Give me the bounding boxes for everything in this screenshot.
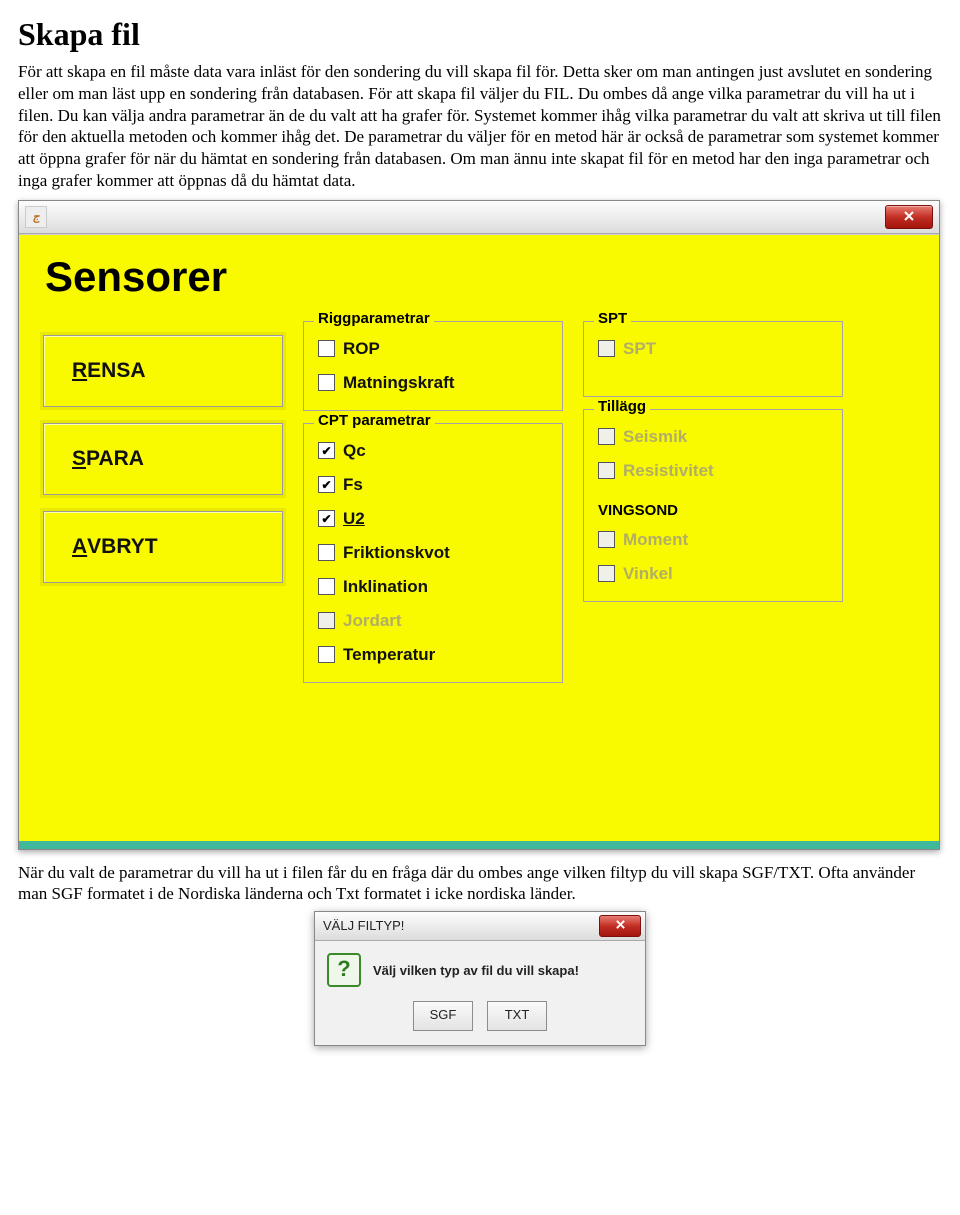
tillagg-title: Tillägg [594,398,650,415]
checkbox-row: Vinkel [598,557,832,591]
filetype-message: Välj vilken typ av fil du vill skapa! [373,963,579,978]
checkbox-row: Temperatur [318,638,552,672]
avbryt-button[interactable]: AVBRYT [43,511,283,583]
seismik-checkbox[interactable] [598,428,615,445]
u2-label: U2 [343,509,365,529]
cpt-group: CPT parametrar ✔ Qc ✔ Fs ✔ U2 [303,423,563,683]
background-sliver [19,841,939,849]
avbryt-rest: VBRYT [87,535,157,559]
jordart-checkbox[interactable] [318,612,335,629]
spt-checkbox[interactable] [598,340,615,357]
checkbox-row: ✔ Fs [318,468,552,502]
spt-group: SPT SPT [583,321,843,397]
checkbox-row: ✔ U2 [318,502,552,536]
question-icon: ? [327,953,361,987]
checkbox-row: Moment [598,523,832,557]
matningskraft-label: Matningskraft [343,373,454,393]
checkbox-row: Resistivitet [598,454,832,488]
avbryt-mnemonic: A [72,535,87,559]
fs-label: Fs [343,475,363,495]
filetype-close-button[interactable] [599,915,641,937]
checkbox-row: Friktionskvot [318,536,552,570]
close-button[interactable] [885,205,933,229]
action-button-column: RENSA SPARA AVBRYT [43,321,283,583]
moment-checkbox[interactable] [598,531,615,548]
inklination-checkbox[interactable] [318,578,335,595]
inklination-label: Inklination [343,577,428,597]
sgf-button[interactable]: SGF [413,1001,473,1031]
checkbox-row: Seismik [598,420,832,454]
titlebar: ج [19,201,939,234]
checkbox-row: ✔ Qc [318,434,552,468]
seismik-label: Seismik [623,427,687,447]
riggparametrar-group: Riggparametrar ROP Matningskraft [303,321,563,411]
resistivitet-label: Resistivitet [623,461,714,481]
qc-label: Qc [343,441,366,461]
temperatur-label: Temperatur [343,645,435,665]
spara-button[interactable]: SPARA [43,423,283,495]
rensa-mnemonic: R [72,359,87,383]
checkbox-row: Inklination [318,570,552,604]
spara-mnemonic: S [72,447,86,471]
u2-checkbox[interactable]: ✔ [318,510,335,527]
page-title: Skapa fil [18,16,942,53]
friktionskvot-label: Friktionskvot [343,543,450,563]
spara-rest: PARA [86,447,144,471]
vinkel-label: Vinkel [623,564,673,584]
rop-label: ROP [343,339,380,359]
moment-label: Moment [623,530,688,550]
txt-button[interactable]: TXT [487,1001,547,1031]
fs-checkbox[interactable]: ✔ [318,476,335,493]
filetype-title: VÄLJ FILTYP! [323,918,404,933]
paragraph-filetype: När du valt de parametrar du vill ha ut … [18,862,942,906]
checkbox-row: Jordart [318,604,552,638]
spt-title: SPT [594,310,631,327]
paragraph-intro: För att skapa en fil måste data vara inl… [18,61,942,192]
vinkel-checkbox[interactable] [598,565,615,582]
checkbox-row: Matningskraft [318,366,552,400]
jordart-label: Jordart [343,611,402,631]
matningskraft-checkbox[interactable] [318,374,335,391]
friktionskvot-checkbox[interactable] [318,544,335,561]
checkbox-row: ROP [318,332,552,366]
tillagg-group: Tillägg Seismik Resistivitet VINGSOND [583,409,843,602]
filetype-dialog: VÄLJ FILTYP! ? Välj vilken typ av fil du… [314,911,646,1046]
checkbox-row: SPT [598,332,832,366]
cpt-title: CPT parametrar [314,412,435,429]
panel-heading: Sensorer [45,253,929,301]
riggparametrar-title: Riggparametrar [314,310,434,327]
temperatur-checkbox[interactable] [318,646,335,663]
spt-label: SPT [623,339,656,359]
rop-checkbox[interactable] [318,340,335,357]
resistivitet-checkbox[interactable] [598,462,615,479]
sensorer-dialog: ج Sensorer RENSA SPARA AVBRYT [18,200,940,850]
filetype-titlebar: VÄLJ FILTYP! [315,912,645,941]
qc-checkbox[interactable]: ✔ [318,442,335,459]
vingsond-sublabel: VINGSOND [598,502,832,519]
rensa-button[interactable]: RENSA [43,335,283,407]
rensa-rest: ENSA [87,359,145,383]
java-icon: ج [25,206,47,228]
